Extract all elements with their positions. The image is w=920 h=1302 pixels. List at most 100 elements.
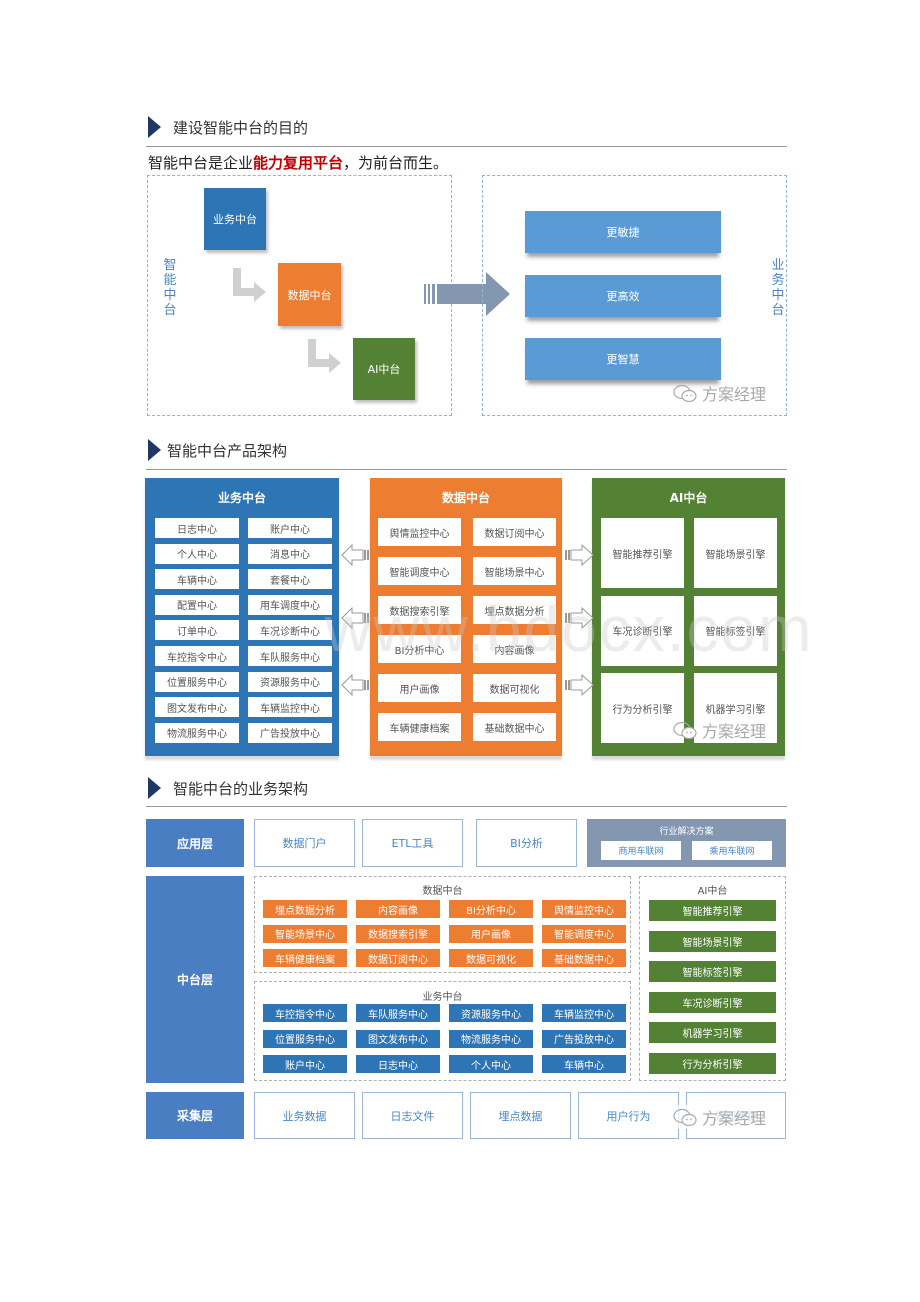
module-chip: 车辆健康档案 <box>263 949 347 967</box>
module-cell: 消息中心 <box>248 543 332 564</box>
triangle-bullet-icon <box>148 439 161 461</box>
data-group-title: 数据中台 <box>422 886 463 897</box>
module-chip: 数据搜索引擎 <box>356 924 440 943</box>
subtitle-highlight: 能力复用平台 <box>253 154 344 172</box>
module-cell: 订单中心 <box>155 620 239 641</box>
panel-title: 业务中台 <box>217 491 266 505</box>
section-header-business-arch: 智能中台的业务架构 <box>148 775 308 801</box>
module-chip: BI分析中心 <box>449 900 533 918</box>
left-vertical-label: 智能中台 <box>163 258 177 318</box>
subtitle-suffix: ，为前台而生。 <box>343 154 449 172</box>
module-cell: 日志中心 <box>155 518 239 538</box>
module-chip: 数据可视化 <box>449 949 533 967</box>
benefit-efficient: 更高效 <box>525 275 721 317</box>
module-cell: 车辆健康档案 <box>378 713 461 741</box>
module-cell: 配置中心 <box>155 594 239 615</box>
left-arrow-icon <box>341 674 369 696</box>
module-cell: 物流服务中心 <box>155 722 239 743</box>
module-chip: 内容画像 <box>356 900 440 918</box>
module-chip: 机器学习引擎 <box>649 1022 776 1043</box>
module-cell: 智能场景引擎 <box>694 518 777 588</box>
subtitle: 智能中台是企业能力复用平台，为前台而生。 <box>148 152 448 173</box>
block-data: 数据中台 <box>278 263 341 326</box>
layer-middle: 中台层 <box>146 876 244 1083</box>
wechat-icon <box>673 721 697 740</box>
module-chip: 账户中心 <box>263 1055 347 1073</box>
section-divider <box>146 146 787 147</box>
industry-title: 行业解决方案 <box>659 827 714 837</box>
subtitle-prefix: 智能中台是企业 <box>148 154 254 172</box>
module-cell: 车控指令中心 <box>155 646 239 666</box>
module-cell: 用户画像 <box>378 674 461 702</box>
section-divider <box>146 469 787 470</box>
block-business: 业务中台 <box>204 188 266 250</box>
watermark-text: 方案经理 <box>702 1109 767 1128</box>
module-chip: 车况诊断引擎 <box>649 991 776 1013</box>
panel-title: 数据中台 <box>441 491 490 505</box>
layer-app: 应用层 <box>146 819 244 867</box>
module-cell: 数据可视化 <box>473 674 556 702</box>
module-cell: 套餐中心 <box>248 569 332 590</box>
section-title: 智能中台的业务架构 <box>173 779 309 798</box>
section-header-purpose: 建设智能中台的目的 <box>148 114 308 140</box>
elbow-arrow-icon <box>233 268 266 302</box>
module-cell: 智能推荐引擎 <box>601 518 684 588</box>
app-item: ETL工具 <box>362 819 463 867</box>
module-chip: 资源服务中心 <box>449 1004 533 1022</box>
right-vertical-label: 业务中台 <box>771 258 785 318</box>
module-chip: 车队服务中心 <box>356 1004 440 1022</box>
elbow-arrow-icon <box>308 339 341 373</box>
module-cell: 舆情监控中心 <box>378 518 461 546</box>
industry-item: 乘用车联网 <box>692 841 772 860</box>
left-arrow-icon <box>341 544 369 566</box>
module-chip: 个人中心 <box>449 1055 533 1073</box>
module-chip: 行为分析引擎 <box>649 1052 776 1074</box>
module-cell: 车辆中心 <box>155 569 239 590</box>
benefit-smart: 更智慧 <box>525 338 721 380</box>
section-title: 智能中台产品架构 <box>167 441 288 460</box>
industry-solutions: 行业解决方案 商用车联网 乘用车联网 <box>587 819 786 867</box>
wechat-icon <box>673 384 697 403</box>
module-chip: 智能场景中心 <box>263 924 347 943</box>
module-chip: 智能推荐引擎 <box>649 900 776 921</box>
module-chip: 用户画像 <box>449 924 533 943</box>
module-cell: 图文发布中心 <box>155 697 239 718</box>
module-cell: 车队服务中心 <box>248 646 332 666</box>
panel-title: AI中台 <box>669 491 708 505</box>
wechat-icon <box>673 1108 697 1127</box>
collect-item: 业务数据 <box>254 1092 355 1139</box>
module-chip: 基础数据中心 <box>542 949 626 967</box>
module-chip: 日志中心 <box>356 1055 440 1073</box>
benefit-agile: 更敏捷 <box>525 211 721 253</box>
section-header-product-arch: 智能中台产品架构 <box>148 437 287 463</box>
right-arrow-icon <box>565 674 594 696</box>
collect-item: 日志文件 <box>362 1092 463 1139</box>
section-title: 建设智能中台的目的 <box>173 118 309 137</box>
collect-item: 用户行为 <box>578 1092 679 1139</box>
module-chip: 智能调度中心 <box>542 924 626 943</box>
block-ai: AI中台 <box>353 338 415 400</box>
watermark: 方案经理 <box>672 1105 767 1129</box>
background-watermark: www.bdocx.com <box>325 593 814 665</box>
business-group-title: 业务中台 <box>422 992 463 1003</box>
module-cell: 位置服务中心 <box>155 671 239 692</box>
right-arrow-icon <box>565 544 594 566</box>
app-item: BI分析 <box>476 819 577 867</box>
module-chip: 数据订阅中心 <box>356 949 440 967</box>
module-cell: 智能场景中心 <box>473 557 556 585</box>
triangle-bullet-icon <box>148 777 161 799</box>
ai-group-title: AI中台 <box>697 886 728 897</box>
module-cell: 数据订阅中心 <box>473 518 556 546</box>
module-chip: 智能标签引擎 <box>649 961 776 982</box>
watermark: 方案经理 <box>672 718 766 742</box>
module-chip: 智能场景引擎 <box>649 930 776 952</box>
business-platform-panel: 业务中台 日志中心 账户中心 个人中心 消息中心 车辆中心 套餐中心 配置中心 用车调度中心订… <box>145 478 339 756</box>
module-cell: 资源服务中心 <box>248 671 332 692</box>
module-cell: 用车调度中心 <box>248 594 332 615</box>
module-cell: 基础数据中心 <box>473 713 556 741</box>
module-chip: 埋点数据分析 <box>263 900 347 918</box>
module-cell: 智能调度中心 <box>378 557 461 585</box>
watermark: 方案经理 <box>672 381 766 405</box>
module-chip: 车辆监控中心 <box>542 1004 626 1022</box>
module-chip: 车辆中心 <box>542 1055 626 1073</box>
